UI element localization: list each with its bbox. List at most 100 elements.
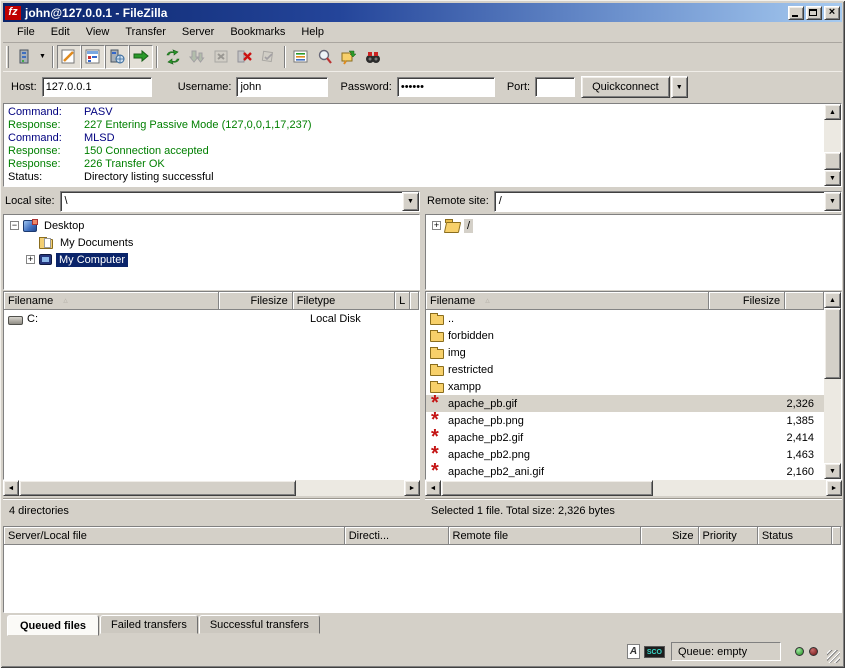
message-log: Command:PASVResponse:227 Entering Passiv… [3,103,842,187]
scroll-up-icon[interactable]: ▲ [824,292,841,308]
resize-grip-icon[interactable] [827,650,840,663]
scrollbar-thumb[interactable] [824,152,841,170]
column-header-size[interactable]: Size [641,527,698,545]
file-row-restricted[interactable]: restricted [426,361,824,378]
process-queue-button[interactable] [185,45,209,69]
scrollbar-thumb[interactable] [441,480,653,496]
maximize-button[interactable] [806,6,822,20]
scroll-down-icon[interactable]: ▼ [824,170,841,186]
password-input[interactable] [397,77,495,97]
expand-icon[interactable]: + [432,221,441,230]
minimize-button[interactable] [788,6,804,20]
scroll-right-icon[interactable]: ► [826,480,842,496]
disconnect-button[interactable] [233,45,257,69]
refresh-button[interactable] [161,45,185,69]
column-header-remote-file[interactable]: Remote file [449,527,642,545]
file-row-apache-pb2-png[interactable]: apache_pb2.png1,463 [426,446,824,463]
remote-vertical-scrollbar[interactable]: ▲ ▼ [824,292,841,479]
remote-directory-tree: +/ [425,214,842,290]
remote-pane: Remote site: / ▼ +/ Filename▵Filesize ..… [425,190,842,523]
menu-item-server[interactable]: Server [174,24,222,40]
file-name: apache_pb2.png [448,449,530,461]
local-site-combo[interactable]: \ ▼ [60,191,420,212]
quickconnect-dropdown[interactable]: ▼ [671,76,688,98]
log-scrollbar[interactable]: ▲ ▼ [824,104,841,186]
scrollbar-thumb[interactable] [19,480,296,496]
scroll-down-icon[interactable]: ▼ [824,463,841,479]
column-header-server-local-file[interactable]: Server/Local file [4,527,345,545]
file-row-xampp[interactable]: xampp [426,378,824,395]
reconnect-button[interactable] [257,45,281,69]
menu-item-bookmarks[interactable]: Bookmarks [222,24,293,40]
quickconnect-button[interactable]: Quickconnect [581,76,670,98]
chevron-down-icon[interactable]: ▼ [824,192,841,211]
column-header-filesize[interactable]: Filesize [709,292,785,310]
column-header-filetype[interactable]: Filetype [293,292,395,310]
toggle-remote-tree-button[interactable] [105,45,129,69]
local-horizontal-scrollbar[interactable]: ◄ ► [3,480,420,496]
menu-item-view[interactable]: View [78,24,118,40]
file-row-apache-pb-gif[interactable]: apache_pb.gif2,326 [426,395,824,412]
column-header-filesize[interactable]: Filesize [219,292,293,310]
scroll-up-icon[interactable]: ▲ [824,104,841,120]
file-search-button[interactable] [313,45,337,69]
menu-item-help[interactable]: Help [293,24,332,40]
file-name: img [448,347,466,359]
close-icon: × [825,6,839,18]
collapse-icon[interactable]: − [10,221,19,230]
filename-cell: restricted [426,361,709,378]
file-row-img[interactable]: img [426,344,824,361]
tab-failed-transfers[interactable]: Failed transfers [100,615,198,634]
column-header-priority[interactable]: Priority [699,527,758,545]
toggle-local-tree-button[interactable] [81,45,105,69]
menu-item-file[interactable]: File [9,24,43,40]
site-manager-dropdown[interactable]: ▼ [36,45,49,69]
toggle-transfer-queue-button[interactable] [129,45,153,69]
tree-item-my-computer[interactable]: +My Computer [4,251,419,268]
scrollbar-thumb[interactable] [824,308,841,379]
close-button[interactable]: × [824,6,840,20]
tab-successful-transfers[interactable]: Successful transfers [199,615,320,634]
scroll-left-icon[interactable]: ◄ [3,480,19,496]
directory-comparison-button[interactable] [337,45,361,69]
column-header-filler [785,292,824,310]
file-row-forbidden[interactable]: forbidden [426,327,824,344]
file-row-apache-pb-png[interactable]: apache_pb.png1,385 [426,412,824,429]
column-header-l[interactable]: L [395,292,410,310]
filter-button[interactable] [289,45,313,69]
column-header-directi[interactable]: Directi... [345,527,449,545]
synchronized-browsing-button[interactable] [361,45,385,69]
tree-item-desktop[interactable]: −Desktop [4,217,419,234]
menu-item-edit[interactable]: Edit [43,24,78,40]
queue-header: Server/Local fileDirecti...Remote fileSi… [4,527,841,545]
tab-queued-files[interactable]: Queued files [7,615,99,636]
scroll-right-icon[interactable]: ► [404,480,420,496]
column-header-status[interactable]: Status [758,527,832,545]
column-header-filename[interactable]: Filename▵ [4,292,219,310]
window-title: john@127.0.0.1 - FileZilla [25,6,786,20]
site-manager-button[interactable] [12,45,36,69]
folder-icon [430,366,444,376]
toolbar-gripper[interactable] [6,46,9,68]
toggle-message-log-button[interactable] [57,45,81,69]
cancel-operation-button[interactable] [209,45,233,69]
tree-item-my-documents[interactable]: My Documents [4,234,419,251]
file-row-apache-pb2-ani-gif[interactable]: apache_pb2_ani.gif2,160 [426,463,824,479]
tree-item-[interactable]: +/ [426,217,841,234]
column-header-filler [410,292,419,310]
log-line-label: Response: [8,145,84,158]
file-row-apache-pb2-gif[interactable]: apache_pb2.gif2,414 [426,429,824,446]
app-icon: fz [5,6,21,20]
host-input[interactable] [42,77,152,97]
username-input[interactable] [236,77,328,97]
remote-horizontal-scrollbar[interactable]: ◄ ► [425,480,842,496]
scroll-left-icon[interactable]: ◄ [425,480,441,496]
expand-icon[interactable]: + [26,255,35,264]
remote-site-combo[interactable]: / ▼ [494,191,842,212]
file-row-c[interactable]: C:Local Disk [4,310,419,327]
port-input[interactable] [535,77,575,97]
column-header-filename[interactable]: Filename▵ [426,292,709,310]
chevron-down-icon[interactable]: ▼ [402,192,419,211]
file-row-[interactable]: .. [426,310,824,327]
menu-item-transfer[interactable]: Transfer [117,24,174,40]
